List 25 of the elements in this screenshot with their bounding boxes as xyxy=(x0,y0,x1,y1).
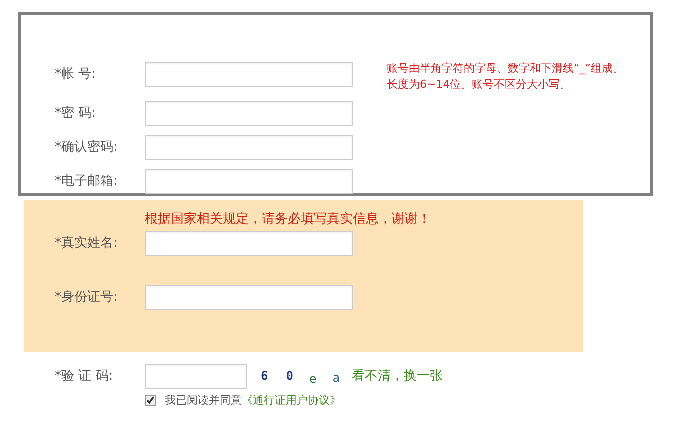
field-label: *帐 号: xyxy=(55,66,98,83)
notice-text: 根据国家相关规定，请务必填写真实信息，谢谢！ xyxy=(145,211,432,229)
captcha-field[interactable] xyxy=(145,364,247,388)
input-field[interactable] xyxy=(145,100,353,126)
captcha-char: a xyxy=(332,371,340,385)
input-field[interactable] xyxy=(145,284,353,310)
refresh-link[interactable]: 看不清，换一张 xyxy=(352,367,443,385)
field-label: *身份证号: xyxy=(55,289,119,306)
agreement-text: 我已阅读并同意 xyxy=(165,393,242,408)
field-label: *确认密码: xyxy=(55,139,119,156)
checkbox[interactable] xyxy=(145,395,156,406)
captcha-char: 6 xyxy=(261,369,268,383)
captcha-char: 0 xyxy=(286,369,294,383)
hint-text: 账号由半角字符的字母、数字和下滑线“_”组成。 xyxy=(387,61,624,77)
field-label: *电子邮箱: xyxy=(55,173,119,190)
field-label: *真实姓名: xyxy=(55,235,119,252)
hint-text: 长度为6~14位。账号不区分大小写。 xyxy=(387,77,572,93)
input-field[interactable] xyxy=(145,62,353,86)
field-label: *密 码: xyxy=(55,105,98,122)
field-label: *验 证 码: xyxy=(55,368,114,385)
input-field[interactable] xyxy=(145,230,353,256)
agreement-link[interactable]: 《通行证用户协议》 xyxy=(242,393,341,408)
input-field[interactable] xyxy=(145,168,353,194)
captcha-char: e xyxy=(309,372,317,386)
input-field[interactable] xyxy=(145,134,353,160)
